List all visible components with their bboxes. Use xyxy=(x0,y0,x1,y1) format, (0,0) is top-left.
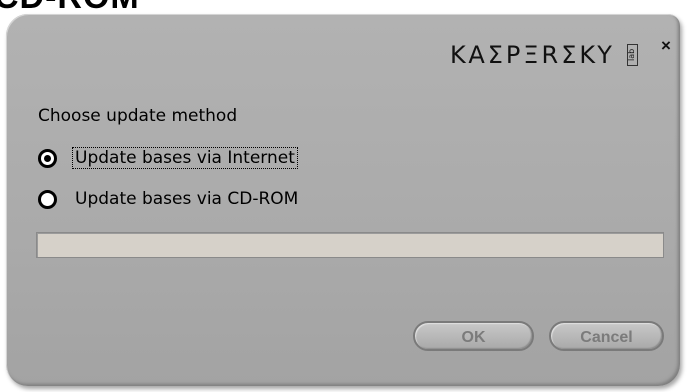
option-cdrom-label: Update bases via CD-ROM xyxy=(75,189,299,209)
update-method-label: Choose update method xyxy=(38,106,238,126)
kaspersky-logo: KAΣPΞRΣKY xyxy=(450,41,615,69)
kaspersky-lab-mark: lab xyxy=(627,44,638,66)
option-internet-label: Update bases via Internet xyxy=(72,147,298,169)
radio-cdrom[interactable] xyxy=(38,189,57,209)
option-update-via-internet[interactable]: Update bases via Internet xyxy=(38,147,298,169)
radio-internet[interactable] xyxy=(38,148,57,168)
option-update-via-cdrom[interactable]: Update bases via CD-ROM xyxy=(38,188,300,210)
ok-button[interactable]: OK xyxy=(413,321,534,351)
radio-selected-dot xyxy=(44,154,51,162)
update-progress-bar xyxy=(36,232,664,258)
close-icon[interactable]: × xyxy=(658,37,674,54)
cancel-button[interactable]: Cancel xyxy=(549,321,664,351)
